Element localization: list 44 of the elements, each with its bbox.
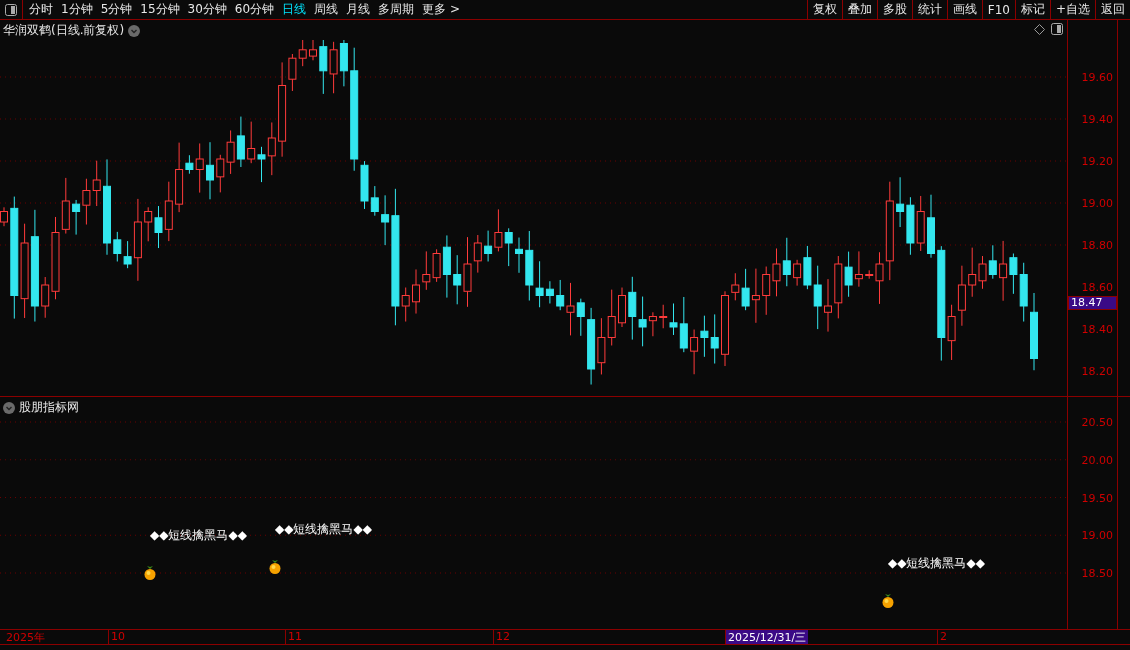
- chevron-down-icon[interactable]: [128, 24, 141, 37]
- price-axis-label: 18.20: [1081, 364, 1113, 378]
- period-tab[interactable]: 周线: [314, 1, 339, 18]
- signal-label: ◆◆短线擒黑马◆◆: [888, 554, 985, 572]
- fruit-icon: [268, 559, 282, 574]
- period-tab[interactable]: 月线: [346, 1, 371, 18]
- period-tab[interactable]: 5分钟: [100, 1, 133, 18]
- price-axis-label: 19.20: [1081, 154, 1113, 168]
- diamond-icon[interactable]: [1034, 23, 1045, 35]
- chart-title: 华润双鹤(日线.前复权): [3, 22, 125, 39]
- period-tab[interactable]: 60分钟: [234, 1, 275, 18]
- period-tab[interactable]: 多周期: [378, 1, 415, 18]
- panel-toggle-icon[interactable]: [5, 3, 17, 16]
- signal-label: ◆◆短线擒黑马◆◆: [275, 520, 372, 538]
- indicator-axis-label: 20.50: [1081, 415, 1113, 429]
- indicator-axis-label: 20.00: [1081, 453, 1113, 467]
- indicator-axis-label: 19.00: [1081, 528, 1113, 542]
- date-axis-label: 10: [108, 630, 127, 644]
- period-tab[interactable]: 分时: [29, 1, 53, 18]
- period-tab[interactable]: 30分钟: [187, 1, 227, 18]
- date-axis-label: 11: [285, 630, 304, 644]
- price-axis-label: 19.40: [1081, 112, 1113, 126]
- date-axis-label: 12: [493, 630, 512, 644]
- indicator-axis-label: 18.50: [1081, 566, 1113, 580]
- signal-label: ◆◆短线擒黑马◆◆: [150, 526, 247, 544]
- chevron-down-icon[interactable]: [3, 401, 15, 414]
- indicator-axis-label: 19.50: [1081, 491, 1113, 504]
- period-tab[interactable]: 15分钟: [140, 1, 180, 18]
- price-axis-label: 18.40: [1081, 322, 1113, 336]
- indicator-title: 股朋指标网: [19, 399, 79, 416]
- date-axis-label: 2025年: [5, 630, 46, 644]
- period-tab[interactable]: 更多 >: [422, 1, 460, 18]
- period-tab[interactable]: 1分钟: [61, 1, 93, 18]
- last-price-tag: 18.47: [1068, 296, 1117, 310]
- price-axis-label: 19.00: [1081, 196, 1113, 210]
- fruit-icon: [881, 593, 895, 608]
- price-axis-label: 18.60: [1081, 280, 1113, 294]
- date-axis-label: 2: [937, 630, 949, 644]
- price-axis-label: 18.80: [1081, 238, 1113, 252]
- period-tab[interactable]: 日线: [282, 1, 307, 18]
- price-axis-label: 19.60: [1081, 70, 1113, 84]
- cursor-date-label: 2025/12/31/三: [725, 630, 809, 644]
- panel-toggle-icon[interactable]: [1051, 23, 1063, 35]
- fruit-icon: [143, 565, 157, 580]
